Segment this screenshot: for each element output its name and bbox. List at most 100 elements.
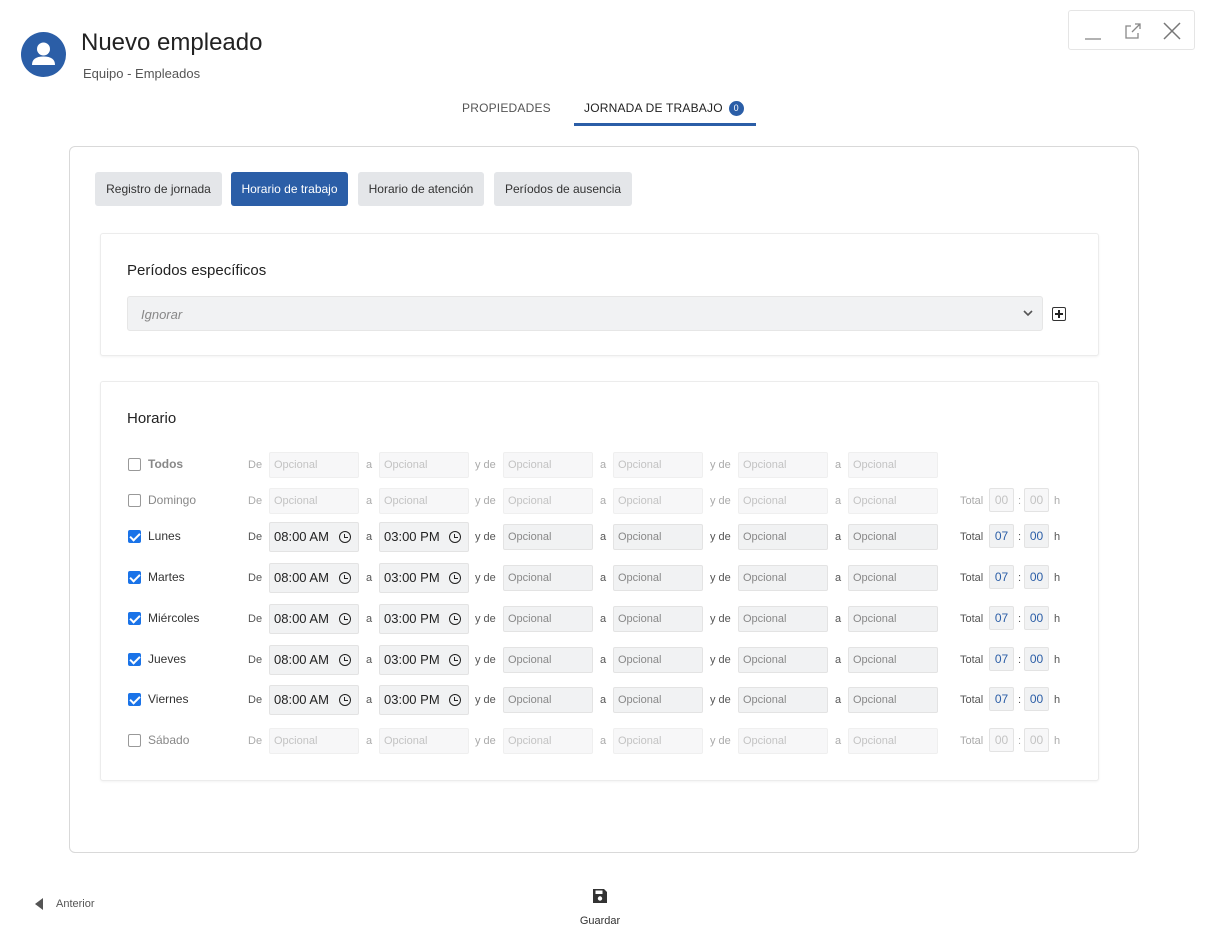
time-input[interactable]: Opcional [379, 728, 469, 754]
day-checkbox[interactable] [128, 458, 141, 471]
time-input[interactable]: Opcional [613, 647, 703, 673]
tab-jornada-de-trabajo[interactable]: JORNADA DE TRABAJO 0 [574, 94, 756, 126]
subtab-horario-de-trabajo[interactable]: Horario de trabajo [231, 172, 348, 206]
clock-icon[interactable] [449, 531, 461, 543]
time-input[interactable]: Opcional [738, 647, 828, 673]
time-input[interactable]: Opcional [848, 728, 938, 754]
time-value: 03:00 PM [384, 529, 440, 544]
range-label: a [835, 694, 842, 706]
main-tabs: PROPIEDADES JORNADA DE TRABAJO 0 [0, 94, 1207, 126]
range-label: a [835, 654, 842, 666]
total-hours: 00 [989, 728, 1014, 752]
time-input[interactable]: Opcional [613, 687, 703, 713]
range-label: a [835, 572, 842, 584]
clock-icon[interactable] [449, 654, 461, 666]
time-input[interactable]: Opcional [503, 452, 593, 478]
time-input[interactable]: Opcional [503, 565, 593, 591]
specific-periods-select[interactable]: Ignorar [127, 296, 1043, 331]
start-time-input[interactable]: 08:00 AM [269, 685, 359, 715]
time-input[interactable]: Opcional [848, 524, 938, 550]
tab-propiedades[interactable]: PROPIEDADES [462, 94, 551, 126]
time-input[interactable]: Opcional [848, 647, 938, 673]
schedule-row-jueves: Jueves De 08:00 AM a 03:00 PM y de Opcional a Op… [101, 645, 1098, 675]
end-time-input[interactable]: 03:00 PM [379, 522, 469, 552]
clock-icon[interactable] [449, 694, 461, 706]
clock-icon[interactable] [449, 613, 461, 625]
time-input[interactable]: Opcional [613, 565, 703, 591]
start-time-input[interactable]: 08:00 AM [269, 604, 359, 634]
start-time-input[interactable]: 08:00 AM [269, 645, 359, 675]
plus-square-icon[interactable] [1052, 307, 1066, 321]
day-checkbox[interactable] [128, 612, 141, 625]
clock-icon[interactable] [339, 613, 351, 625]
window-controls [1068, 10, 1195, 50]
time-separator: : [1018, 613, 1022, 625]
time-input[interactable]: Opcional [848, 565, 938, 591]
day-checkbox[interactable] [128, 653, 141, 666]
time-input[interactable]: Opcional [738, 488, 828, 514]
time-input[interactable]: Opcional [503, 524, 593, 550]
time-input[interactable]: Opcional [379, 452, 469, 478]
end-time-input[interactable]: 03:00 PM [379, 645, 469, 675]
time-input[interactable]: Opcional [269, 488, 359, 514]
time-value: 03:00 PM [384, 692, 440, 707]
external-link-icon[interactable] [1121, 19, 1145, 43]
day-checkbox[interactable] [128, 734, 141, 747]
start-time-input[interactable]: 08:00 AM [269, 563, 359, 593]
time-input[interactable]: Opcional [503, 728, 593, 754]
time-input[interactable]: Opcional [848, 488, 938, 514]
total-minutes: 00 [1024, 687, 1049, 711]
total-hours: 07 [989, 565, 1014, 589]
total-minutes: 00 [1024, 524, 1049, 548]
subtab-horario-de-atencion[interactable]: Horario de atención [358, 172, 484, 206]
time-input[interactable]: Opcional [269, 452, 359, 478]
time-input[interactable]: Opcional [738, 452, 828, 478]
close-icon[interactable] [1160, 19, 1184, 43]
time-input[interactable]: Opcional [503, 687, 593, 713]
time-value: 03:00 PM [384, 611, 440, 626]
time-input[interactable]: Opcional [503, 606, 593, 632]
time-input[interactable]: Opcional [738, 687, 828, 713]
day-checkbox[interactable] [128, 494, 141, 507]
clock-icon[interactable] [339, 572, 351, 584]
range-label: a [600, 654, 607, 666]
clock-icon[interactable] [339, 694, 351, 706]
end-time-input[interactable]: 03:00 PM [379, 563, 469, 593]
time-input[interactable]: Opcional [613, 452, 703, 478]
range-label: a [600, 531, 607, 543]
end-time-input[interactable]: 03:00 PM [379, 604, 469, 634]
clock-icon[interactable] [339, 654, 351, 666]
end-time-input[interactable]: 03:00 PM [379, 685, 469, 715]
day-checkbox[interactable] [128, 530, 141, 543]
time-input[interactable]: Opcional [613, 606, 703, 632]
day-checkbox[interactable] [128, 693, 141, 706]
time-input[interactable]: Opcional [269, 728, 359, 754]
time-input[interactable]: Opcional [738, 565, 828, 591]
hours-unit: h [1054, 613, 1061, 625]
time-input[interactable]: Opcional [738, 728, 828, 754]
tab-label: PROPIEDADES [462, 101, 551, 115]
subtab-registro-de-jornada[interactable]: Registro de jornada [95, 172, 222, 206]
time-input[interactable]: Opcional [503, 488, 593, 514]
total-label: Total [960, 694, 984, 706]
minimize-icon[interactable] [1081, 19, 1105, 43]
time-input[interactable]: Opcional [848, 606, 938, 632]
day-checkbox[interactable] [128, 571, 141, 584]
range-label: a [366, 459, 373, 471]
clock-icon[interactable] [449, 572, 461, 584]
subtab-periodos-de-ausencia[interactable]: Períodos de ausencia [494, 172, 632, 206]
save-button[interactable]: Guardar [574, 885, 626, 931]
time-input[interactable]: Opcional [613, 728, 703, 754]
time-input[interactable]: Opcional [738, 606, 828, 632]
time-input[interactable]: Opcional [848, 687, 938, 713]
time-input[interactable]: Opcional [848, 452, 938, 478]
time-value: 03:00 PM [384, 570, 440, 585]
section-title: Horario [127, 410, 177, 427]
start-time-input[interactable]: 08:00 AM [269, 522, 359, 552]
time-input[interactable]: Opcional [738, 524, 828, 550]
time-input[interactable]: Opcional [503, 647, 593, 673]
time-input[interactable]: Opcional [613, 524, 703, 550]
time-input[interactable]: Opcional [613, 488, 703, 514]
clock-icon[interactable] [339, 531, 351, 543]
time-input[interactable]: Opcional [379, 488, 469, 514]
